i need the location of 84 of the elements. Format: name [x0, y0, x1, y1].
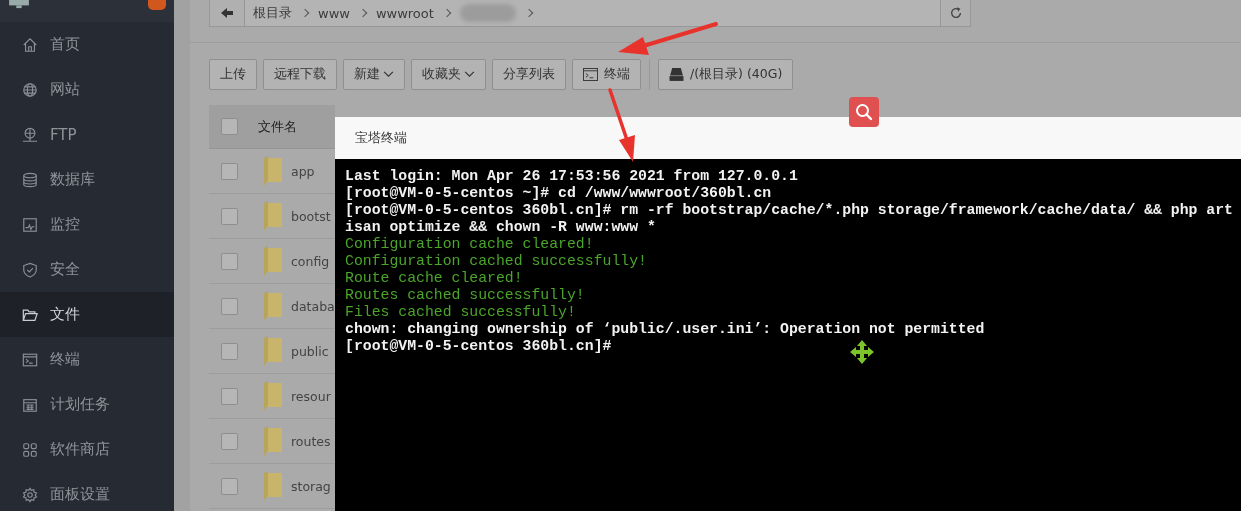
- sidebar-item[interactable]: 首页: [0, 22, 174, 67]
- dropdown-button[interactable]: 收藏夹: [411, 59, 486, 90]
- home-icon: [22, 36, 38, 53]
- hard-drive-icon: [669, 68, 684, 81]
- sidebar-item[interactable]: 文件: [0, 292, 174, 337]
- checkbox[interactable]: [221, 252, 238, 270]
- shield-icon: [22, 261, 38, 278]
- success-output-line: Files cached successfully!: [345, 304, 576, 321]
- folder-icon: [264, 246, 282, 276]
- sidebar-item[interactable]: 计划任务: [0, 382, 174, 427]
- toolbar-button[interactable]: 终端: [572, 59, 641, 90]
- settings-icon: [22, 486, 38, 503]
- terminal-line: [root@VM-0-5-centos ~]# cd /www/wwwroot/360bl.cn: [345, 185, 772, 202]
- network-globe-icon: [22, 126, 38, 143]
- checkbox[interactable]: [221, 432, 238, 450]
- file-name-link[interactable]: resour: [291, 388, 331, 404]
- folder-icon: [264, 471, 282, 501]
- folder-icon: [264, 156, 282, 186]
- monitor-icon: [8, 0, 30, 9]
- sidebar-item[interactable]: 监控: [0, 202, 174, 247]
- refresh-icon: [948, 6, 963, 20]
- terminal-line: Last login: Mon Apr 26 17:53:56 2021 from 127.0.0.1: [345, 168, 798, 185]
- breadcrumb-link[interactable]: www: [318, 5, 350, 21]
- column-header[interactable]: 文件名: [258, 117, 297, 136]
- terminal-icon: [22, 351, 38, 368]
- folder-icon: [264, 336, 282, 366]
- search-icon: [854, 102, 874, 122]
- breadcrumb-link[interactable]: 根目录: [253, 4, 292, 22]
- success-output-line: Configuration cache cleared!: [345, 236, 594, 253]
- refresh-button[interactable]: [940, 0, 970, 26]
- blurred-path-segment: [459, 4, 516, 22]
- checkbox[interactable]: [221, 387, 238, 405]
- move-cursor-icon: [849, 339, 875, 365]
- checkbox[interactable]: [221, 207, 238, 225]
- folder-icon: [264, 291, 282, 321]
- success-output-line: Route cache cleared!: [345, 270, 523, 287]
- toolbar-button[interactable]: 上传: [209, 59, 257, 90]
- sidebar-item[interactable]: 软件商店: [0, 427, 174, 472]
- disk-button[interactable]: /(根目录) (40G): [658, 59, 794, 90]
- folder-icon: [264, 201, 282, 231]
- dropdown-button[interactable]: 新建: [343, 59, 405, 90]
- checkbox[interactable]: [221, 297, 238, 315]
- file-name-link[interactable]: storag: [291, 478, 331, 494]
- file-name-link[interactable]: config: [291, 253, 330, 269]
- database-icon: [22, 171, 38, 188]
- sidebar-item[interactable]: 面板设置: [0, 472, 174, 511]
- folder-icon: [264, 381, 282, 411]
- file-name-link[interactable]: bootst: [291, 208, 331, 224]
- file-name-link[interactable]: app: [291, 163, 315, 179]
- terminal-line: [root@VM-0-5-centos 360bl.cn]#: [345, 338, 612, 355]
- checkbox[interactable]: [221, 162, 238, 180]
- file-name-link[interactable]: databa: [291, 298, 335, 314]
- file-name-link[interactable]: public: [291, 343, 329, 359]
- search-button[interactable]: [849, 97, 879, 127]
- caret-icon: [383, 71, 394, 78]
- sidebar-item[interactable]: FTP: [0, 112, 174, 157]
- success-output-line: Configuration cached successfully!: [345, 253, 647, 270]
- toolbar-button[interactable]: 分享列表: [492, 59, 566, 90]
- checkbox[interactable]: [221, 118, 238, 135]
- caret-icon: [464, 71, 475, 78]
- success-output-line: Routes cached successfully!: [345, 287, 585, 304]
- back-button[interactable]: [210, 0, 245, 26]
- terminal-icon: [583, 68, 598, 81]
- sidebar-item[interactable]: 安全: [0, 247, 174, 292]
- grid-icon: [22, 441, 38, 458]
- terminal-line: chown: changing ownership of ‘public/.user.ini’: Operation not permitted: [345, 321, 985, 338]
- globe-icon: [22, 81, 38, 98]
- sidebar-item[interactable]: 数据库: [0, 157, 174, 202]
- folder-icon: [22, 306, 38, 323]
- chart-icon: [22, 216, 38, 233]
- sidebar-item[interactable]: 终端: [0, 337, 174, 382]
- notification-badge: [148, 0, 166, 10]
- calendar-icon: [22, 396, 38, 413]
- sidebar-item[interactable]: 网站: [0, 67, 174, 112]
- terminal-line: isan optimize && chown -R www:www *: [345, 219, 656, 236]
- checkbox[interactable]: [221, 342, 238, 360]
- left-arrow-icon: [220, 6, 234, 20]
- breadcrumb-link[interactable]: wwwroot: [375, 5, 434, 21]
- file-name-link[interactable]: routes: [291, 433, 331, 449]
- folder-icon: [264, 426, 282, 456]
- dialog-title: 宝塔终端: [355, 129, 407, 147]
- terminal-line: [root@VM-0-5-centos 360bl.cn]# rm -rf bootstrap/cache/*.php storage/framework/cache/data/ && php art: [345, 202, 1233, 219]
- toolbar-button[interactable]: 远程下载: [263, 59, 337, 90]
- checkbox[interactable]: [221, 477, 238, 495]
